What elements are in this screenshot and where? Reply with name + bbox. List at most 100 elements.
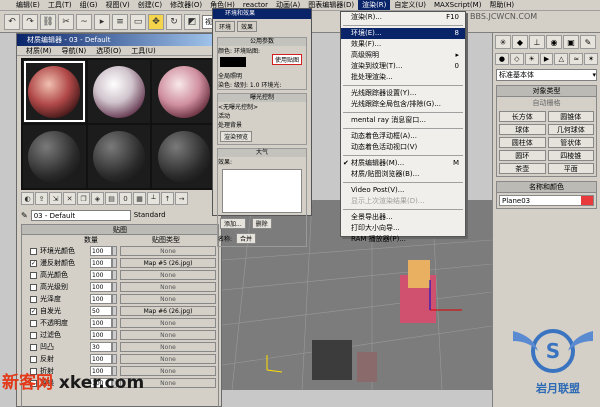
map-amount-field[interactable]: 100 [90, 282, 112, 292]
effects-list[interactable] [222, 169, 302, 213]
map-slot-button[interactable]: None [120, 354, 216, 364]
utilities-tab-icon[interactable]: ✎ [580, 35, 596, 49]
map-amount-field[interactable]: 100 [90, 270, 112, 280]
put-to-scene-icon[interactable]: ⇪ [35, 192, 48, 205]
select-link-icon[interactable]: ⛓ [40, 13, 56, 30]
menu-item[interactable]: MAXScript(M) [430, 0, 485, 10]
move-icon[interactable]: ✥ [148, 13, 164, 30]
primitive-button[interactable]: 圆锥体 [547, 111, 594, 122]
rendering-menu-item[interactable]: 高级照明 ▸ [341, 50, 465, 61]
unlink-icon[interactable]: ✂ [58, 13, 74, 30]
sample-slot[interactable] [87, 125, 151, 188]
map-enable-checkbox[interactable] [30, 247, 37, 255]
put-to-library-icon[interactable]: ▤ [105, 192, 118, 205]
primitive-button[interactable]: 几何球体 [547, 124, 594, 135]
map-enable-checkbox[interactable] [30, 319, 37, 327]
map-enable-checkbox[interactable] [30, 355, 37, 363]
map-amount-spinner[interactable] [112, 294, 117, 304]
rendering-menu-item[interactable]: RAM 播放器(P)... [341, 234, 465, 245]
assign-material-icon[interactable]: ⇲ [49, 192, 62, 205]
undo-icon[interactable]: ↶ [4, 13, 20, 30]
autogrid-checkbox[interactable]: 自动栅格 [497, 97, 596, 109]
cameras-icon[interactable]: ▶ [539, 53, 554, 65]
redo-icon[interactable]: ↷ [22, 13, 38, 30]
menu-item[interactable]: 帮助(H) [485, 0, 518, 10]
primitive-button[interactable]: 圆环 [499, 150, 546, 161]
material-editor-menu-item[interactable]: 材质(M) [21, 46, 57, 55]
systems-icon[interactable]: ✶ [584, 53, 599, 65]
map-amount-spinner[interactable] [112, 354, 117, 364]
select-by-name-icon[interactable]: ≡ [112, 13, 128, 30]
rendering-menu-item[interactable]: ✔ 材质编辑器(M)... M [341, 158, 465, 169]
rendering-menu-item[interactable]: 动态着色活动视口(V) [341, 142, 465, 153]
rendering-menu-item[interactable]: 环境(E)... 8 [341, 28, 465, 39]
map-amount-field[interactable]: 100 [90, 318, 112, 328]
get-material-icon[interactable]: ◐ [21, 192, 34, 205]
select-object-icon[interactable]: ▸ [94, 13, 110, 30]
map-amount-spinner[interactable] [112, 342, 117, 352]
primitive-button[interactable]: 平面 [547, 163, 594, 174]
go-forward-icon[interactable]: → [175, 192, 188, 205]
rendering-menu-item[interactable]: 光线跟踪全局包含/排除(G)... [341, 99, 465, 110]
create-tab-icon[interactable]: ✳ [495, 35, 511, 49]
level-value[interactable]: 1.0 [250, 82, 260, 89]
map-slot-button[interactable]: None [120, 246, 216, 256]
helpers-icon[interactable]: △ [554, 53, 569, 65]
copy-material-icon[interactable]: ❐ [77, 192, 90, 205]
show-end-result-icon[interactable]: ┴ [147, 192, 160, 205]
menu-item[interactable]: 图表编辑器(D) [304, 0, 358, 10]
menu-item[interactable]: 视图(V) [102, 0, 134, 10]
hierarchy-tab-icon[interactable]: ⊥ [529, 35, 545, 49]
map-slot-button[interactable]: Map #6 (26.jpg) [120, 306, 216, 316]
sample-slot[interactable] [23, 125, 86, 188]
map-amount-field[interactable]: 50 [90, 306, 112, 316]
rendering-menu-item[interactable]: 渲染(R)... F10 [341, 12, 465, 23]
material-editor-menu-item[interactable]: 导航(N) [57, 46, 92, 55]
map-slot-button[interactable]: None [120, 330, 216, 340]
tab-environment[interactable]: 环境 [215, 21, 236, 32]
scale-icon[interactable]: ◩ [184, 13, 200, 30]
map-amount-field[interactable]: 100 [90, 294, 112, 304]
sample-slot[interactable] [87, 60, 151, 123]
map-amount-field[interactable]: 100 [90, 246, 112, 256]
map-enable-checkbox[interactable]: ✓ [30, 259, 37, 267]
shapes-icon[interactable]: ◇ [509, 53, 524, 65]
material-type-button[interactable]: Standard [134, 211, 166, 219]
primitive-button[interactable]: 管状体 [547, 137, 594, 148]
map-amount-spinner[interactable] [112, 258, 117, 268]
rendering-menu-item[interactable]: 光线跟踪器设置(Y)... [341, 88, 465, 99]
make-unique-icon[interactable]: ◈ [91, 192, 104, 205]
render-preview-button[interactable]: 渲染预览 [220, 131, 253, 142]
sample-slot[interactable] [152, 60, 215, 123]
map-amount-spinner[interactable] [112, 282, 117, 292]
map-amount-field[interactable]: 100 [90, 330, 112, 340]
material-editor-menu-item[interactable]: 工具(U) [126, 46, 161, 55]
map-slot-button[interactable]: None [120, 318, 216, 328]
menu-item[interactable]: 渲染(R) [358, 0, 391, 10]
add-effect-button[interactable]: 添加... [220, 218, 246, 229]
rendering-menu-item[interactable]: 效果(F)... [341, 39, 465, 50]
menu-item[interactable]: 自定义(U) [390, 0, 430, 10]
sample-slot[interactable] [23, 60, 86, 123]
map-amount-spinner[interactable] [112, 246, 117, 256]
map-enable-checkbox[interactable] [30, 295, 37, 303]
lights-icon[interactable]: ☀ [524, 53, 539, 65]
map-enable-checkbox[interactable] [30, 343, 37, 351]
reset-map-icon[interactable]: ✕ [63, 192, 76, 205]
map-slot-button[interactable]: None [120, 342, 216, 352]
map-amount-field[interactable]: 30 [90, 342, 112, 352]
rendering-menu-item[interactable]: 动态着色浮动框(A)... [341, 131, 465, 142]
material-name-field[interactable]: 03 - Default [30, 209, 131, 221]
primitive-button[interactable]: 四棱锥 [547, 150, 594, 161]
motion-tab-icon[interactable]: ◉ [546, 35, 562, 49]
merge-button[interactable]: 合并 [235, 233, 256, 244]
eyedropper-icon[interactable]: ✎ [21, 211, 28, 220]
modify-tab-icon[interactable]: ◆ [512, 35, 528, 49]
bind-warp-icon[interactable]: ~ [76, 13, 92, 30]
map-enable-checkbox[interactable] [30, 283, 37, 291]
rendering-menu-item[interactable]: 批处理渲染... [341, 72, 465, 83]
map-enable-checkbox[interactable] [30, 331, 37, 339]
map-amount-spinner[interactable] [112, 318, 117, 328]
exposure-select[interactable]: <无曝光控制> [218, 102, 306, 111]
use-map-checkbox[interactable]: 使用贴图 [271, 54, 302, 65]
